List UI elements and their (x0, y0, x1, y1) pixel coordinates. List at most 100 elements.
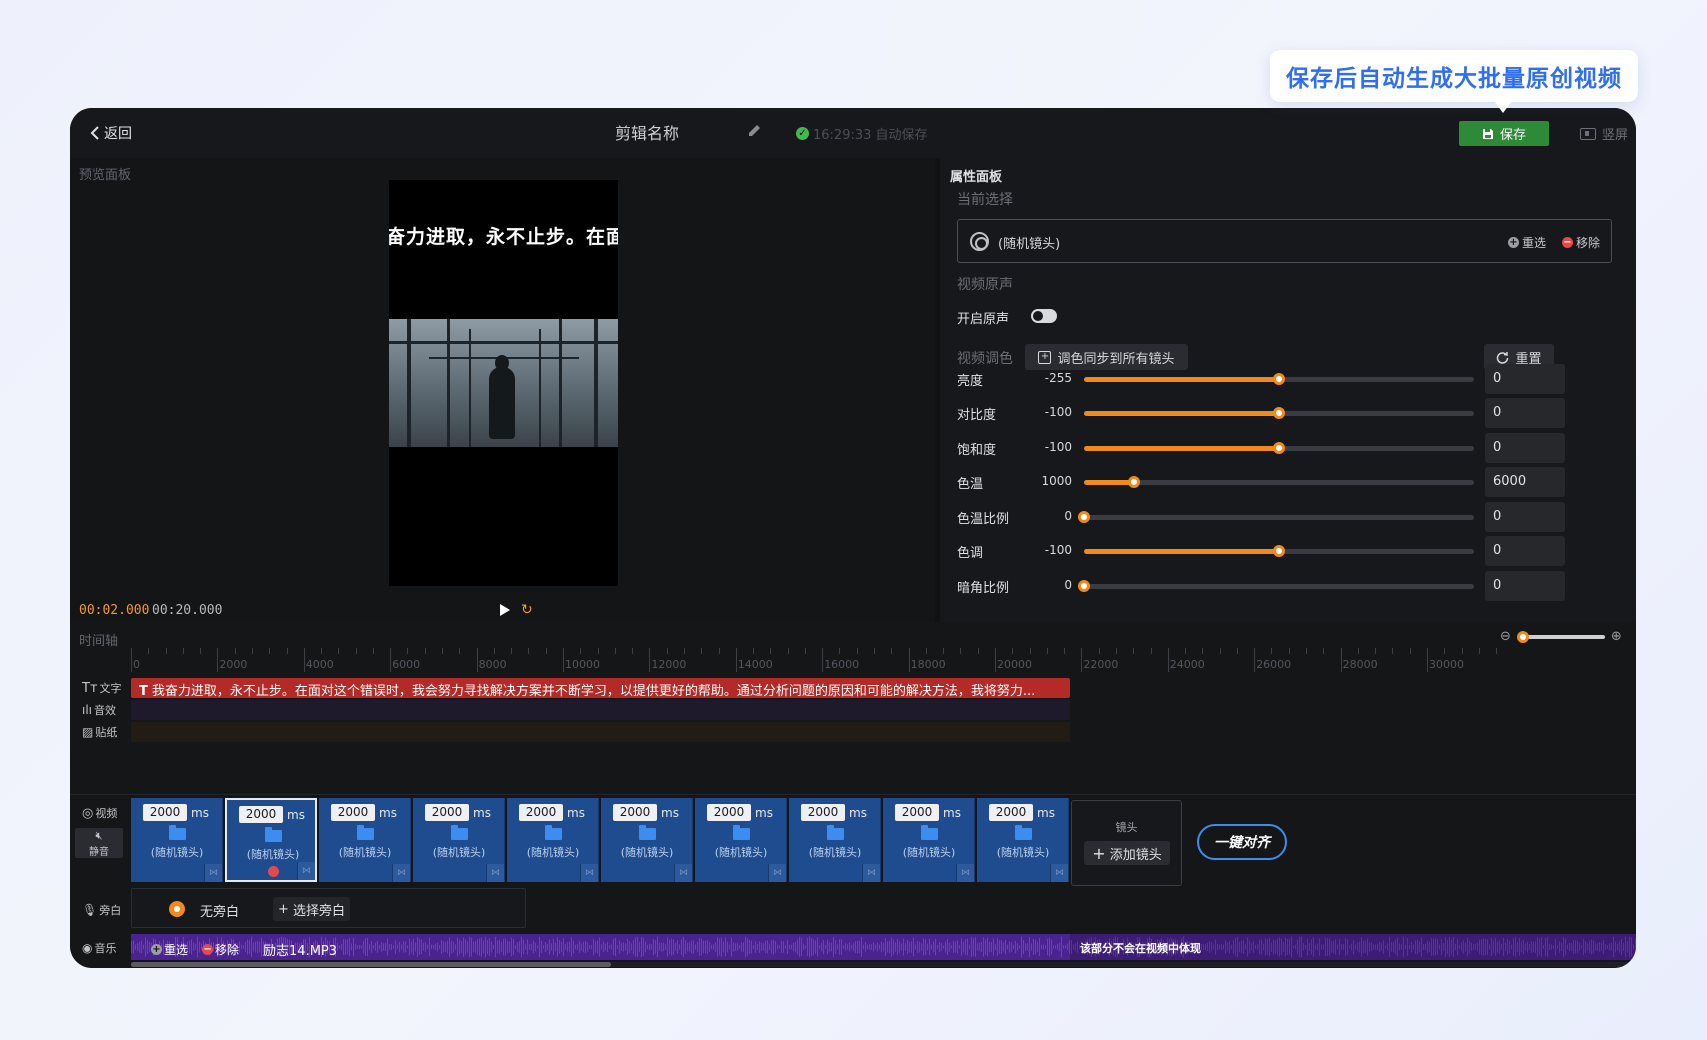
music-remove-button[interactable]: − 移除 (202, 941, 239, 958)
ruler-minor-tick (1461, 648, 1463, 654)
zoom-slider[interactable] (1516, 630, 1605, 643)
clip-duration-input[interactable]: 2000 (239, 806, 283, 823)
ruler-minor-tick (1133, 648, 1135, 654)
timeline-scrollbar[interactable] (131, 962, 1636, 967)
transition-handle-icon[interactable]: ⋈ (392, 864, 410, 882)
slider-knob[interactable] (1273, 373, 1285, 385)
clip-duration-input[interactable]: 2000 (613, 804, 657, 821)
save-tip-callout: 保存后自动生成大批量原创视频 (1270, 50, 1638, 102)
video-clip[interactable]: 2000 ms (随机镜头) ⋈ (789, 798, 881, 882)
slider-value-input[interactable]: 0 (1485, 571, 1565, 601)
zoom-control: ⊖ ⊕ (1500, 629, 1622, 644)
selection-text: (随机镜头) (998, 237, 1061, 252)
video-clip[interactable]: 2000 ms (随机镜头) ⋈ (507, 798, 599, 882)
play-icon[interactable] (500, 604, 510, 616)
transition-handle-icon[interactable]: ⋈ (297, 862, 315, 880)
clip-duration-unit: ms (567, 805, 585, 820)
video-clip[interactable]: 2000 ms (随机镜头) ⋈ (319, 798, 411, 882)
scrollbar-thumb[interactable] (131, 962, 611, 967)
slider-knob[interactable] (1273, 545, 1285, 557)
clip-duration-input[interactable]: 2000 (707, 804, 751, 821)
slider-track[interactable] (1084, 476, 1474, 488)
transition-handle-icon[interactable]: ⋈ (1050, 864, 1068, 882)
loop-icon[interactable]: ↻ (521, 602, 533, 618)
slider-label: 暗角比例 (957, 581, 1010, 596)
screen-icon (1580, 127, 1596, 140)
ruler-tick-label: 30000 (1429, 658, 1464, 671)
slider-value-input[interactable]: 0 (1485, 364, 1565, 394)
slider-knob[interactable] (1127, 476, 1140, 488)
refresh-icon (1497, 351, 1509, 364)
slider-value-input[interactable]: 0 (1485, 433, 1565, 463)
video-clip[interactable]: 2000 ms (随机镜头) ⋈ (225, 798, 317, 882)
slider-knob[interactable] (1273, 407, 1285, 419)
zoom-out-icon[interactable]: ⊖ (1500, 629, 1511, 644)
slider-value-input[interactable]: 0 (1485, 398, 1565, 428)
slider-value-input[interactable]: 0 (1485, 502, 1565, 532)
video-preview[interactable]: 奋力进取，永不止步。在面 (389, 180, 618, 586)
sticker-track[interactable] (131, 722, 1070, 742)
vertical-toggle-button[interactable]: 竖屏 (1580, 124, 1628, 143)
video-clip[interactable]: 2000 ms (随机镜头) ⋈ (883, 798, 975, 882)
slider-knob[interactable] (1078, 580, 1090, 592)
clip-duration-input[interactable]: 2000 (331, 804, 375, 821)
transition-handle-icon[interactable]: ⋈ (674, 864, 692, 882)
slider-track[interactable] (1084, 442, 1474, 454)
preview-frame-image (389, 319, 618, 447)
transition-handle-icon[interactable]: ⋈ (486, 864, 504, 882)
no-voiceover-radio[interactable] (169, 901, 185, 917)
auto-align-button[interactable]: 一键对齐 (1197, 824, 1287, 860)
clip-duration-input[interactable]: 2000 (989, 804, 1033, 821)
transition-handle-icon[interactable]: ⋈ (956, 864, 974, 882)
video-clip[interactable]: 2000 ms (随机镜头) ⋈ (413, 798, 505, 882)
check-icon: ✓ (796, 127, 809, 140)
music-track[interactable]: + 重选 − 移除 励志14.MP3 该部分不会在视频中体现 (131, 934, 1636, 960)
select-voiceover-button[interactable]: + 选择旁白 (273, 897, 350, 921)
slider-label: 亮度 (957, 374, 984, 389)
zoom-in-icon[interactable]: ⊕ (1611, 629, 1622, 644)
remove-button[interactable]: − 移除 (1562, 234, 1600, 251)
music-reselect-button[interactable]: + 重选 (151, 941, 188, 958)
zoom-slider-knob[interactable] (1516, 630, 1529, 643)
original-audio-toggle[interactable] (1031, 309, 1057, 323)
ruler-major-tick (1427, 648, 1428, 672)
clip-duration-input[interactable]: 2000 (801, 804, 845, 821)
slider-value-input[interactable]: 6000 (1485, 467, 1565, 497)
slider-track[interactable] (1084, 407, 1474, 419)
mute-button[interactable]: 🔇︎ 静音 (75, 828, 123, 858)
text-clip[interactable]: T 我奋力进取，永不止步。在面对这个错误时，我会努力寻找解决方案并不断学习，以提供… (131, 678, 1070, 698)
pencil-icon[interactable] (746, 122, 764, 140)
slider-knob[interactable] (1273, 442, 1285, 454)
reselect-button[interactable]: + 重选 (1508, 234, 1546, 251)
transition-handle-icon[interactable]: ⋈ (768, 864, 786, 882)
slider-value-input[interactable]: 0 (1485, 536, 1565, 566)
ruler-major-tick (1254, 648, 1256, 672)
slider-knob[interactable] (1078, 511, 1090, 523)
video-clip[interactable]: 2000 ms (随机镜头) ⋈ (695, 798, 787, 882)
save-button[interactable]: 保存 (1459, 121, 1549, 146)
ruler-major-tick (131, 648, 132, 672)
video-clip[interactable]: 2000 ms (随机镜头) ⋈ (977, 798, 1069, 882)
slider-track[interactable] (1078, 580, 1474, 592)
video-clip[interactable]: 2000 ms (随机镜头) ⋈ (131, 798, 223, 882)
clip-duration-input[interactable]: 2000 (425, 804, 469, 821)
time-ruler[interactable]: 0 2000 4000 6000 8000 10000 12000 14000 16000 180… (131, 648, 1636, 674)
slider-min: 0 (1064, 578, 1072, 592)
slider-track[interactable] (1084, 545, 1474, 557)
back-button[interactable]: 返回 (90, 123, 132, 143)
slider-track[interactable] (1078, 511, 1474, 523)
ruler-minor-tick (1392, 648, 1394, 654)
ruler-minor-tick (718, 648, 720, 654)
add-shot-button[interactable]: + 添加镜头 (1084, 841, 1170, 865)
video-clip[interactable]: 2000 ms (随机镜头) ⋈ (601, 798, 693, 882)
transition-handle-icon[interactable]: ⋈ (580, 864, 598, 882)
clip-duration-input[interactable]: 2000 (519, 804, 563, 821)
sfx-track[interactable] (131, 700, 1070, 720)
transition-handle-icon[interactable]: ⋈ (204, 864, 222, 882)
clip-remove-icon[interactable] (268, 866, 279, 877)
transition-handle-icon[interactable]: ⋈ (862, 864, 880, 882)
clip-duration-input[interactable]: 2000 (143, 804, 187, 821)
clip-duration-input[interactable]: 2000 (895, 804, 939, 821)
preview-panel: 预览面板 奋力进取，永不止步。在面 00:02.000 00:20.000 ↻ (70, 158, 935, 622)
slider-track[interactable] (1084, 373, 1474, 385)
